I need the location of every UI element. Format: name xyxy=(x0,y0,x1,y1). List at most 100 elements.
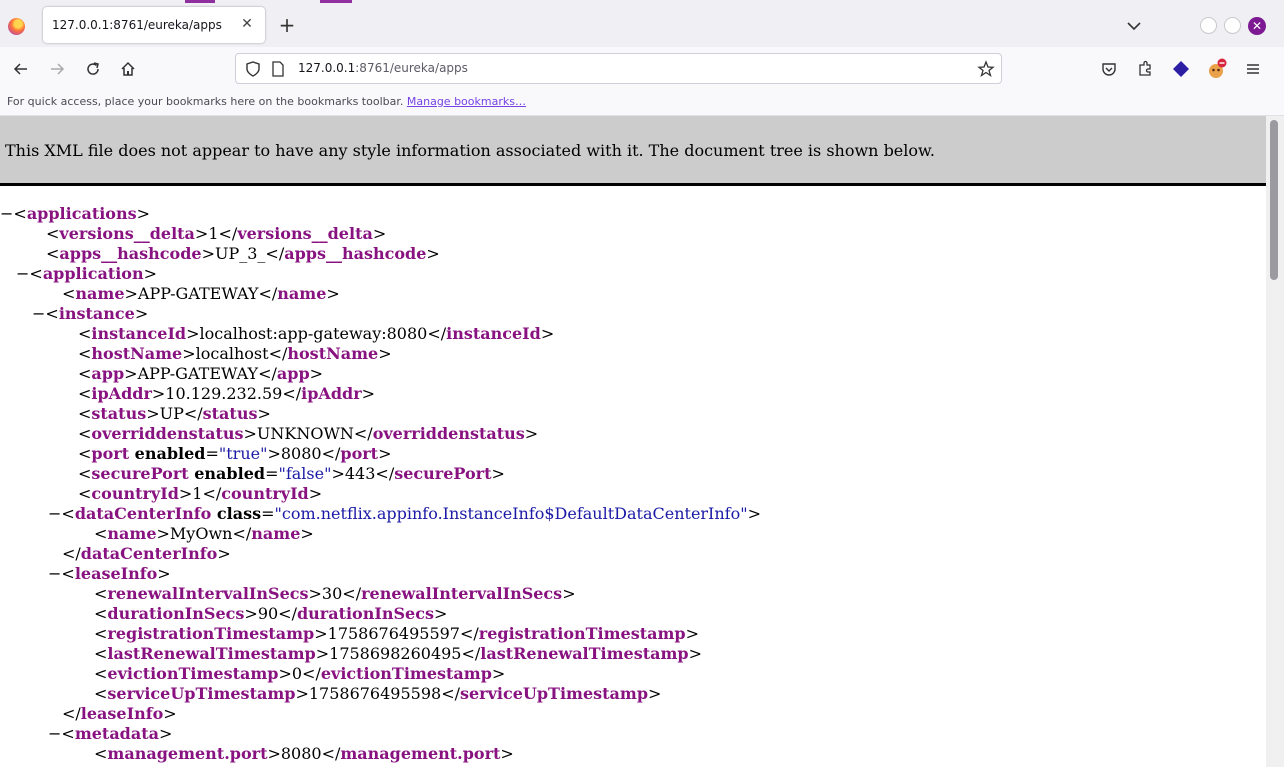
xml-bracket: > xyxy=(201,244,215,263)
collapse-toggle-icon[interactable]: − xyxy=(48,724,61,743)
arrow-right-icon xyxy=(51,63,65,75)
xml-bracket: > xyxy=(540,324,555,343)
xml-bracket: </ xyxy=(218,224,238,243)
xml-close-tag: serviceUpTimestamp xyxy=(459,684,649,703)
xml-bracket: > xyxy=(295,684,309,703)
page-icon[interactable] xyxy=(271,61,285,77)
collapse-toggle-icon[interactable]: − xyxy=(32,304,45,323)
collapse-toggle-icon[interactable]: − xyxy=(48,504,61,523)
diamond-extension-icon xyxy=(1173,61,1189,77)
bookmark-star-icon[interactable] xyxy=(977,60,995,78)
xml-bracket: </ xyxy=(202,484,222,503)
xml-open-tag: port xyxy=(91,444,130,463)
xml-attr-eq: = xyxy=(261,504,275,523)
xml-bracket: > xyxy=(134,304,149,323)
xml-text: 0 xyxy=(291,664,303,683)
collapse-toggle-icon[interactable]: − xyxy=(16,264,29,283)
xml-bracket: < xyxy=(78,384,92,403)
xml-bracket: < xyxy=(94,664,108,683)
extensions-button[interactable] xyxy=(1133,57,1157,81)
minimize-button[interactable] xyxy=(1200,17,1217,34)
adblock-extension-icon xyxy=(1209,58,1227,78)
xml-bracket: </ xyxy=(232,524,252,543)
extension-diamond-button[interactable] xyxy=(1169,57,1193,81)
xml-line: −<leaseInfo> xyxy=(0,564,761,584)
bookmarks-hint: For quick access, place your bookmarks h… xyxy=(7,95,526,108)
shield-icon[interactable] xyxy=(244,60,262,78)
maximize-button[interactable] xyxy=(1224,17,1241,34)
tab-strip-accent xyxy=(185,0,215,3)
xml-line: <durationInSecs>90</durationInSecs> xyxy=(0,604,761,624)
xml-bracket: </ xyxy=(183,404,203,423)
forward-button[interactable] xyxy=(45,57,69,81)
xml-close-tag: apps__hashcode xyxy=(284,244,427,263)
hamburger-menu-icon xyxy=(1247,64,1259,74)
xml-line: <evictionTimestamp>0</evictionTimestamp> xyxy=(0,664,761,684)
manage-bookmarks-link[interactable]: Manage bookmarks… xyxy=(407,95,526,108)
xml-bracket: > xyxy=(186,324,200,343)
xml-bracket: > xyxy=(361,384,376,403)
xml-text: localhost xyxy=(195,344,269,363)
navigation-toolbar: 127.0.0.1:8761/eureka/apps xyxy=(0,47,1284,90)
xml-close-tag: countryId xyxy=(221,484,309,503)
xml-close-tag: management.port xyxy=(340,744,501,763)
chevron-down-icon xyxy=(1127,22,1141,31)
xml-open-tag: instance xyxy=(58,304,135,323)
xml-line: <management.port>8080</management.port> xyxy=(0,744,761,764)
xml-bracket: > xyxy=(378,444,392,463)
xml-bracket: > xyxy=(491,664,506,683)
xml-close-tag: renewalIntervalInSecs xyxy=(361,584,563,603)
xml-bracket: > xyxy=(300,524,314,543)
xml-bracket: < xyxy=(78,324,92,343)
xml-open-tag: status xyxy=(91,404,147,423)
list-all-tabs-button[interactable] xyxy=(1124,16,1144,36)
extension-adblock-button[interactable] xyxy=(1205,57,1229,81)
home-button[interactable] xyxy=(116,57,140,81)
collapse-toggle-icon[interactable]: − xyxy=(48,564,61,583)
xml-bracket: </ xyxy=(302,664,321,683)
app-menu-button[interactable] xyxy=(1241,57,1265,81)
home-icon xyxy=(121,61,135,76)
xml-open-tag: hostName xyxy=(91,344,183,363)
xml-bracket: > xyxy=(426,244,440,263)
xml-line: <port enabled="true">8080</port> xyxy=(0,444,761,464)
url-bar[interactable]: 127.0.0.1:8761/eureka/apps xyxy=(235,53,1002,84)
tab-active[interactable]: 127.0.0.1:8761/eureka/apps ✕ xyxy=(43,7,265,43)
new-tab-button[interactable]: + xyxy=(276,14,298,36)
xml-bracket: < xyxy=(94,644,108,663)
xml-close-tag: dataCenterInfo xyxy=(80,544,218,563)
xml-bracket: < xyxy=(61,724,75,743)
xml-open-tag: instanceId xyxy=(91,324,187,343)
xml-open-tag: lastRenewalTimestamp xyxy=(107,644,316,663)
pocket-button[interactable] xyxy=(1097,57,1121,81)
tab-strip: 127.0.0.1:8761/eureka/apps ✕ + ✕ xyxy=(0,0,1284,47)
xml-text: 10.129.232.59 xyxy=(165,384,283,403)
back-button[interactable] xyxy=(9,57,33,81)
xml-open-tag: evictionTimestamp xyxy=(107,664,279,683)
puzzle-icon xyxy=(1139,60,1151,76)
xml-bracket: > xyxy=(151,384,166,403)
firefox-logo-icon[interactable] xyxy=(8,18,25,35)
xml-text: 90 xyxy=(257,604,279,623)
xml-text: 30 xyxy=(321,584,343,603)
xml-bracket: < xyxy=(13,204,27,223)
xml-open-tag: app xyxy=(91,364,125,383)
xml-bracket: </ xyxy=(441,684,460,703)
xml-attr-name: enabled xyxy=(188,464,266,483)
xml-line: <lastRenewalTimestamp>1758698260495</las… xyxy=(0,644,761,664)
xml-bracket: > xyxy=(308,484,323,503)
tab-close-icon[interactable]: ✕ xyxy=(237,13,257,35)
vertical-scrollbar[interactable] xyxy=(1266,116,1284,767)
xml-attr-eq: = xyxy=(265,464,279,483)
collapse-toggle-icon[interactable]: − xyxy=(0,204,13,223)
xml-attr-value: "com.netflix.appinfo.InstanceInfo$Defaul… xyxy=(274,504,748,523)
xml-line: </leaseInfo> xyxy=(0,704,761,724)
xml-open-tag: overriddenstatus xyxy=(91,424,244,443)
scrollbar-thumb[interactable] xyxy=(1270,120,1278,280)
xml-close-tag: securePort xyxy=(394,464,492,483)
reload-button[interactable] xyxy=(81,57,105,81)
xml-bracket: < xyxy=(46,244,60,263)
xml-bracket: > xyxy=(124,284,138,303)
window-close-button[interactable]: ✕ xyxy=(1248,17,1266,35)
xml-bracket: </ xyxy=(258,364,277,383)
